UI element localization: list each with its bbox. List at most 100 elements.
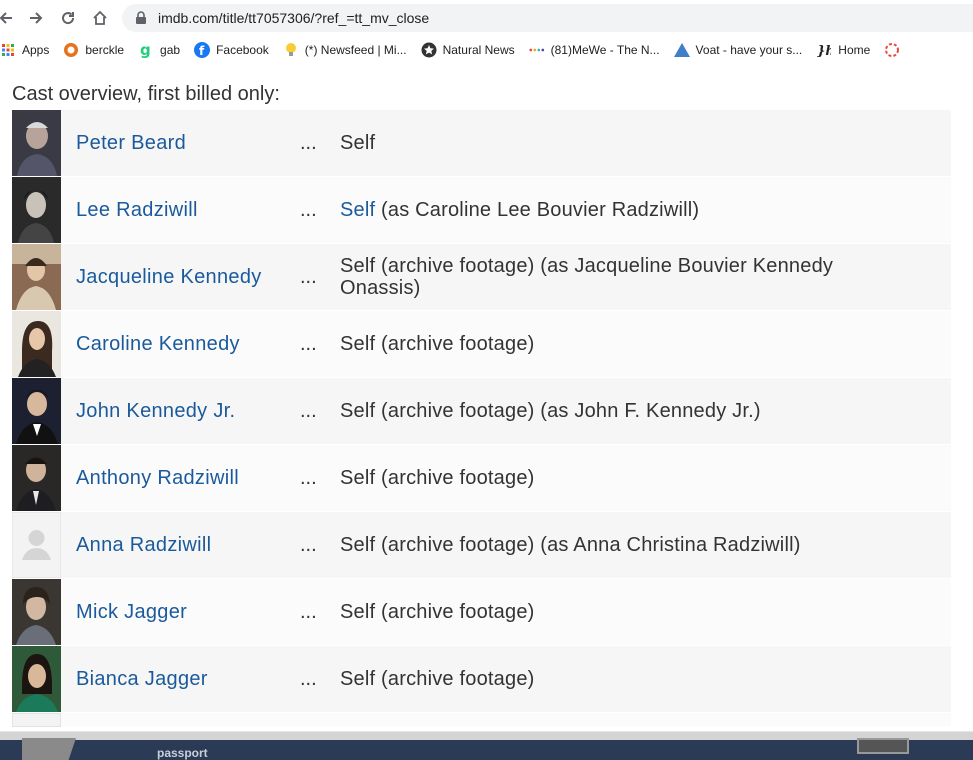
bookmark-label: Natural News: [442, 43, 515, 57]
bookmark-apps[interactable]: Apps: [0, 42, 49, 58]
facebook-icon: f: [194, 42, 211, 58]
actor-name-link[interactable]: Mick Jagger: [76, 601, 296, 624]
berckle-icon: [63, 42, 79, 58]
bookmark-label: (81)MeWe - The N...: [550, 43, 660, 57]
ellipsis: ...: [300, 265, 317, 288]
ellipsis: ...: [300, 667, 317, 690]
character-text: Self (archive footage): [340, 333, 951, 355]
cast-row: John Kennedy Jr. ... Self (archive foota…: [12, 378, 951, 445]
character-label: Self (archive footage) (as John F. Kenne…: [340, 400, 761, 422]
actor-name-link[interactable]: Jacqueline Kennedy: [76, 266, 296, 289]
actor-name-link[interactable]: Anthony Radziwill: [76, 467, 296, 490]
bookmark-label: Voat - have your s...: [695, 43, 803, 57]
address-url: imdb.com/title/tt7057306/?ref_=tt_mv_clo…: [158, 10, 430, 26]
actor-photo[interactable]: [12, 378, 61, 444]
lock-icon: [134, 11, 148, 25]
colorful-extension-icon: [884, 42, 900, 58]
bookmark-newsfeed[interactable]: (*) Newsfeed | Mi...: [283, 42, 407, 58]
actor-name-link[interactable]: Peter Beard: [76, 132, 296, 155]
actor-photo[interactable]: [12, 244, 61, 310]
cast-row: Anna Radziwill ... Self (archive footage…: [12, 512, 951, 579]
bookmark-home[interactable]: }h Home: [816, 42, 870, 58]
character-label: Self (archive footage) (as Anna Christin…: [340, 534, 801, 556]
gab-icon: g: [138, 42, 154, 58]
svg-text:f: f: [199, 44, 205, 58]
character-note: (as Caroline Lee Bouvier Radziwill): [375, 199, 700, 221]
character-label: Self (archive footage) (as Jacqueline Bo…: [340, 255, 834, 299]
actor-photo[interactable]: [12, 646, 61, 712]
ellipsis: ...: [300, 600, 317, 623]
bookmark-natural-news[interactable]: Natural News: [421, 42, 515, 58]
actor-photo[interactable]: [12, 579, 61, 645]
bookmark-berckle[interactable]: berckle: [63, 42, 124, 58]
bookmarks-bar: Apps berckle g gab f Facebook (*) Newsfe…: [0, 38, 973, 62]
home-icon[interactable]: [88, 6, 112, 30]
character-text: Self (archive footage) (as John F. Kenne…: [340, 400, 951, 422]
actor-photo[interactable]: [12, 110, 61, 176]
reload-icon[interactable]: [56, 6, 80, 30]
bookmark-gab[interactable]: g gab: [138, 42, 180, 58]
mewe-icon: [529, 42, 545, 58]
actor-photo[interactable]: [12, 177, 61, 243]
actor-name-link[interactable]: Lee Radziwill: [76, 199, 296, 222]
bookmark-label: Apps: [22, 43, 50, 57]
browser-toolbar: imdb.com/title/tt7057306/?ref_=tt_mv_clo…: [0, 0, 973, 36]
cast-row: Anthony Radziwill ... Self (archive foot…: [12, 445, 951, 512]
ellipsis: ...: [300, 332, 317, 355]
bookmark-facebook[interactable]: f Facebook: [194, 42, 269, 58]
actor-photo[interactable]: [12, 445, 61, 511]
character-link[interactable]: Self: [340, 199, 375, 221]
cast-row: Lee Radziwill ... Self (as Caroline Lee …: [12, 177, 951, 244]
horizontal-scrollbar[interactable]: [0, 731, 973, 740]
actor-photo[interactable]: [12, 311, 61, 377]
bookmark-label: Facebook: [216, 43, 269, 57]
footer-banner: passport: [0, 738, 973, 760]
character-text: Self (as Caroline Lee Bouvier Radziwill): [340, 199, 951, 221]
ellipsis: ...: [300, 399, 317, 422]
forward-arrow-icon[interactable]: [24, 6, 48, 30]
actor-name-link[interactable]: John Kennedy Jr.: [76, 400, 296, 423]
folded-image: [22, 738, 76, 760]
character-text: Self (archive footage): [340, 601, 951, 623]
home-bookmark-icon: }h: [816, 42, 832, 58]
ellipsis: ...: [300, 131, 317, 154]
character-text: Self (archive footage) (as Anna Christin…: [340, 534, 951, 556]
back-arrow-icon[interactable]: [0, 6, 18, 30]
svg-text:g: g: [140, 42, 151, 58]
svg-text:}h: }h: [817, 44, 831, 58]
footer-text: passport: [157, 746, 208, 760]
voat-icon: [673, 42, 690, 58]
cast-row-partial: [12, 712, 951, 727]
actor-name-link[interactable]: Caroline Kennedy: [76, 333, 296, 356]
bookmark-label: berckle: [85, 43, 125, 57]
no-photo-placeholder-icon[interactable]: [12, 512, 61, 578]
character-text: Self (archive footage): [340, 668, 951, 690]
bookmark-voat[interactable]: Voat - have your s...: [673, 42, 803, 58]
ellipsis: ...: [300, 533, 317, 556]
actor-name-link[interactable]: Bianca Jagger: [76, 668, 296, 691]
actor-photo[interactable]: [12, 712, 61, 727]
bookmark-overflow[interactable]: [884, 42, 906, 58]
character-label: Self (archive footage): [340, 668, 535, 690]
cast-row: Bianca Jagger ... Self (archive footage): [12, 646, 951, 713]
cast-list: Peter Beard ... Self Lee Radziwill ... S…: [12, 110, 951, 727]
cast-row: Mick Jagger ... Self (archive footage): [12, 579, 951, 646]
cast-row: Jacqueline Kennedy ... Self (archive foo…: [12, 244, 951, 311]
cast-heading: Cast overview, first billed only:: [12, 83, 280, 105]
bookmark-label: (*) Newsfeed | Mi...: [304, 43, 407, 57]
actor-name-link[interactable]: Anna Radziwill: [76, 534, 296, 557]
lightbulb-icon: [283, 42, 299, 58]
ellipsis: ...: [300, 466, 317, 489]
character-label: Self (archive footage): [340, 601, 535, 623]
bookmark-label: gab: [160, 43, 181, 57]
character-text: Self (archive footage) (as Jacqueline Bo…: [340, 255, 951, 299]
apps-grid-icon: [0, 42, 16, 58]
footer-thumbnail: [857, 738, 909, 754]
cast-row: Caroline Kennedy ... Self (archive foota…: [12, 311, 951, 378]
address-bar[interactable]: imdb.com/title/tt7057306/?ref_=tt_mv_clo…: [122, 4, 973, 32]
bookmark-mewe[interactable]: (81)MeWe - The N...: [529, 42, 660, 58]
ellipsis: ...: [300, 198, 317, 221]
cast-row: Peter Beard ... Self: [12, 110, 951, 177]
character-text: Self: [340, 132, 951, 154]
character-label: Self: [340, 132, 376, 154]
